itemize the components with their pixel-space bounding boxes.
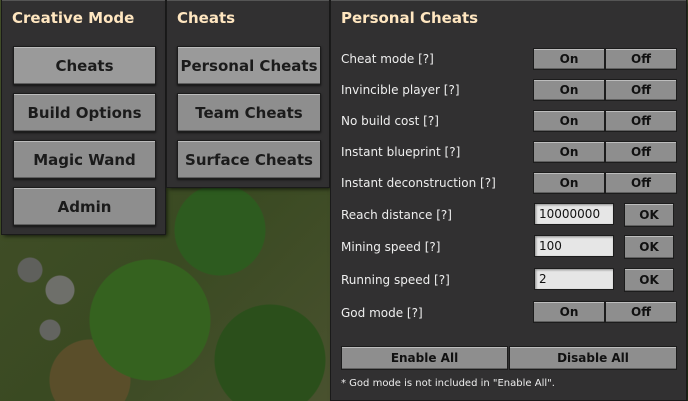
instant-deconstruction-on-button[interactable]: On bbox=[533, 172, 605, 194]
instant-blueprint-label: Instant blueprint [?] bbox=[341, 145, 461, 159]
reach-distance-input[interactable] bbox=[534, 203, 614, 225]
cheats-panel: Cheats Personal Cheats Team Cheats Surfa… bbox=[167, 0, 329, 187]
cheat-mode-off-button[interactable]: Off bbox=[605, 48, 677, 70]
creative-mode-title: Creative Mode bbox=[12, 9, 135, 27]
disable-all-button[interactable]: Disable All bbox=[509, 346, 677, 370]
god-mode-footnote: * God mode is not included in "Enable Al… bbox=[341, 378, 555, 389]
no-build-cost-off-button[interactable]: Off bbox=[605, 110, 677, 132]
cheat-mode-label: Cheat mode [?] bbox=[341, 52, 434, 66]
god-mode-off-button[interactable]: Off bbox=[605, 301, 677, 323]
magic-wand-button[interactable]: Magic Wand bbox=[13, 140, 156, 179]
mining-speed-ok-button[interactable]: OK bbox=[624, 235, 674, 259]
no-build-cost-label: No build cost [?] bbox=[341, 114, 439, 128]
instant-blueprint-off-button[interactable]: Off bbox=[605, 141, 677, 163]
team-cheats-button[interactable]: Team Cheats bbox=[177, 93, 321, 132]
enable-all-button[interactable]: Enable All bbox=[341, 346, 508, 370]
no-build-cost-on-button[interactable]: On bbox=[533, 110, 605, 132]
instant-deconstruction-off-button[interactable]: Off bbox=[605, 172, 677, 194]
admin-button[interactable]: Admin bbox=[13, 187, 156, 226]
cheats-button[interactable]: Cheats bbox=[13, 46, 156, 85]
mining-speed-input[interactable] bbox=[534, 235, 614, 257]
mining-speed-label: Mining speed [?] bbox=[341, 240, 441, 254]
running-speed-ok-button[interactable]: OK bbox=[624, 268, 674, 292]
instant-blueprint-on-button[interactable]: On bbox=[533, 141, 605, 163]
creative-mode-panel: Creative Mode Cheats Build Options Magic… bbox=[2, 0, 165, 234]
cheats-title: Cheats bbox=[177, 9, 236, 27]
cheat-mode-on-button[interactable]: On bbox=[533, 48, 605, 70]
instant-deconstruction-label: Instant deconstruction [?] bbox=[341, 176, 496, 190]
reach-distance-ok-button[interactable]: OK bbox=[624, 203, 674, 227]
personal-cheats-panel: Personal Cheats Cheat mode [?] On Off In… bbox=[331, 0, 686, 400]
god-mode-on-button[interactable]: On bbox=[533, 301, 605, 323]
build-options-button[interactable]: Build Options bbox=[13, 93, 156, 132]
running-speed-input[interactable] bbox=[534, 268, 614, 290]
personal-cheats-button[interactable]: Personal Cheats bbox=[177, 46, 321, 85]
surface-cheats-button[interactable]: Surface Cheats bbox=[177, 140, 321, 179]
invincible-player-off-button[interactable]: Off bbox=[605, 79, 677, 101]
invincible-player-on-button[interactable]: On bbox=[533, 79, 605, 101]
god-mode-label: God mode [?] bbox=[341, 306, 423, 320]
personal-cheats-title: Personal Cheats bbox=[341, 9, 479, 27]
invincible-player-label: Invincible player [?] bbox=[341, 83, 460, 97]
reach-distance-label: Reach distance [?] bbox=[341, 208, 452, 222]
running-speed-label: Running speed [?] bbox=[341, 273, 450, 287]
